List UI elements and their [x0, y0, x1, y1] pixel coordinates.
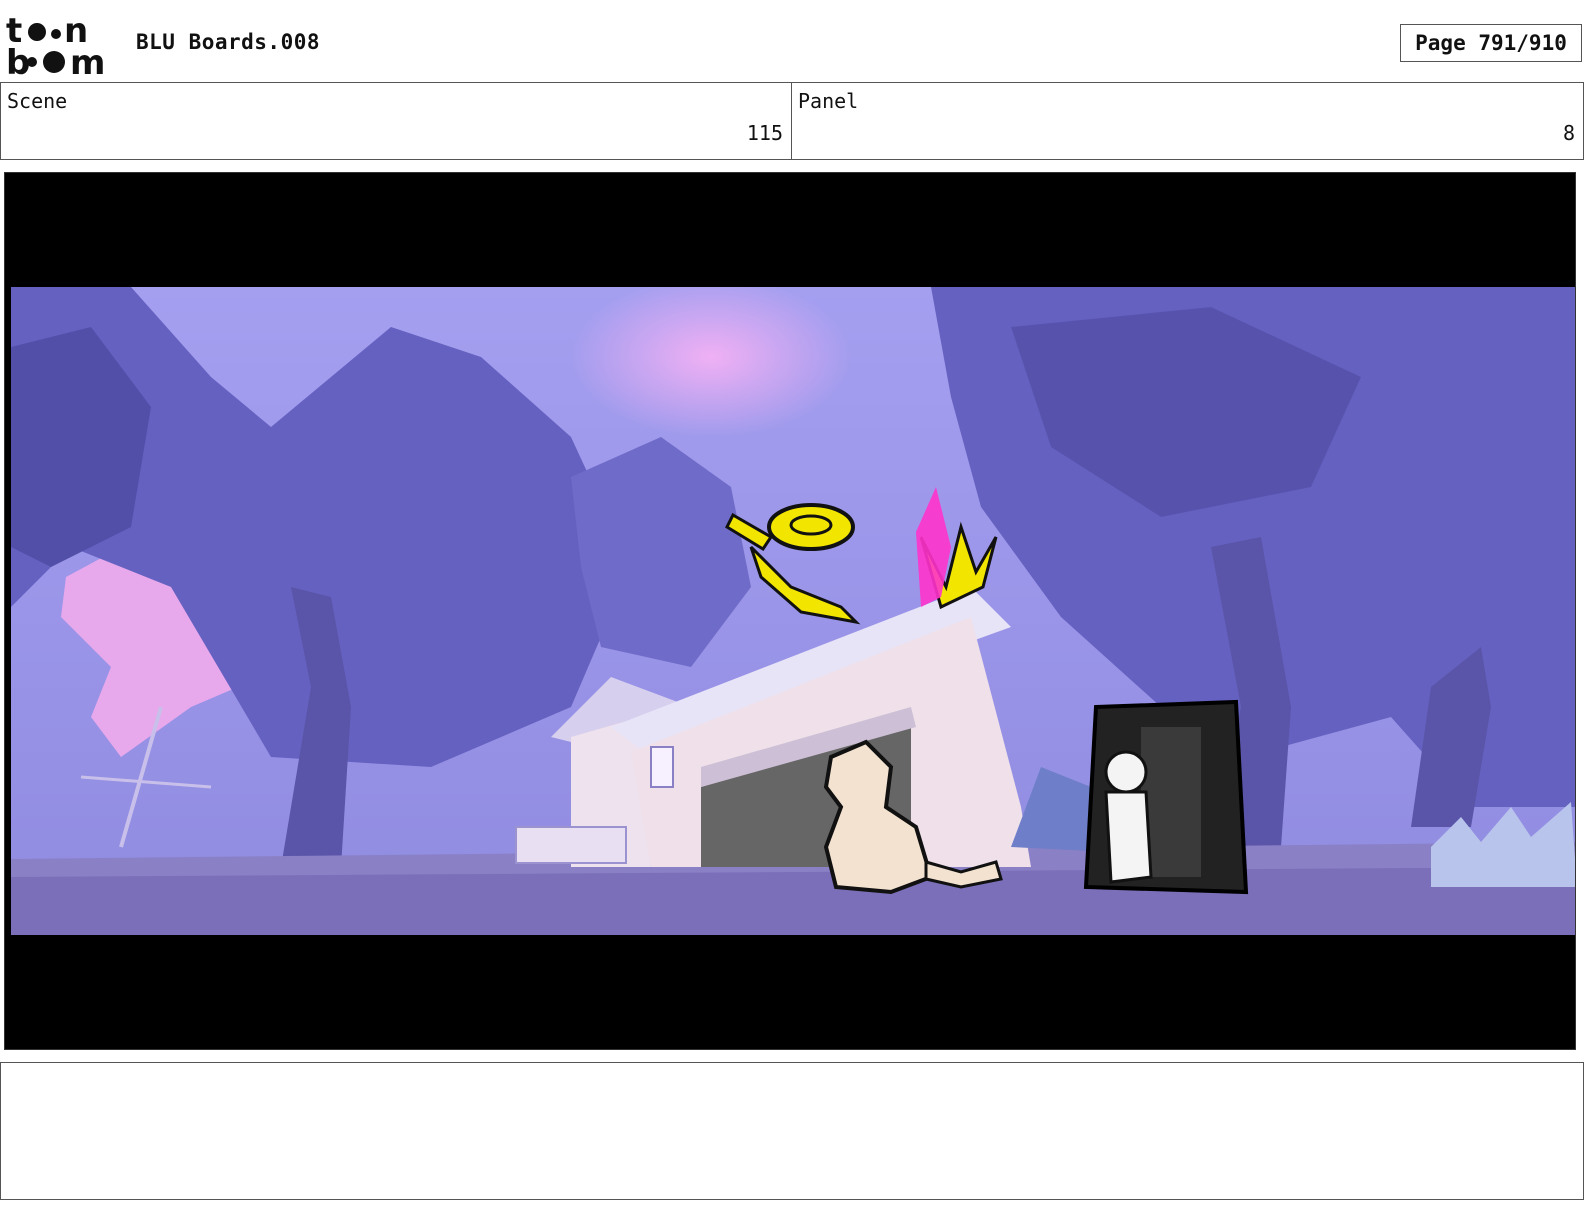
panel-number: 8: [1562, 121, 1575, 145]
house-porch: [515, 826, 627, 864]
panel-cell: Panel 8: [792, 83, 1584, 159]
kid-head: [1104, 750, 1148, 794]
header: t n b m BLU Boards.008 Page 791/910: [0, 0, 1584, 82]
scene-cell: Scene 115: [0, 83, 792, 159]
toon-boom-logo: t n b m: [6, 12, 105, 76]
panel-label: Panel: [798, 89, 859, 113]
kid-body: [1104, 790, 1153, 884]
document-title: BLU Boards.008: [136, 30, 321, 54]
flying-bowl: [767, 503, 855, 551]
scene-number: 115: [746, 121, 783, 145]
page-indicator: Page 791/910: [1400, 24, 1582, 62]
storyboard-frame: [4, 172, 1576, 1050]
svg-text:m: m: [70, 43, 105, 76]
scene-label: Scene: [7, 89, 68, 113]
panel-artwork: [11, 287, 1575, 935]
svg-text:b: b: [6, 43, 30, 76]
scene-panel-row: Scene 115 Panel 8: [0, 82, 1584, 160]
house-window: [650, 746, 674, 788]
notes-area: [0, 1062, 1584, 1200]
